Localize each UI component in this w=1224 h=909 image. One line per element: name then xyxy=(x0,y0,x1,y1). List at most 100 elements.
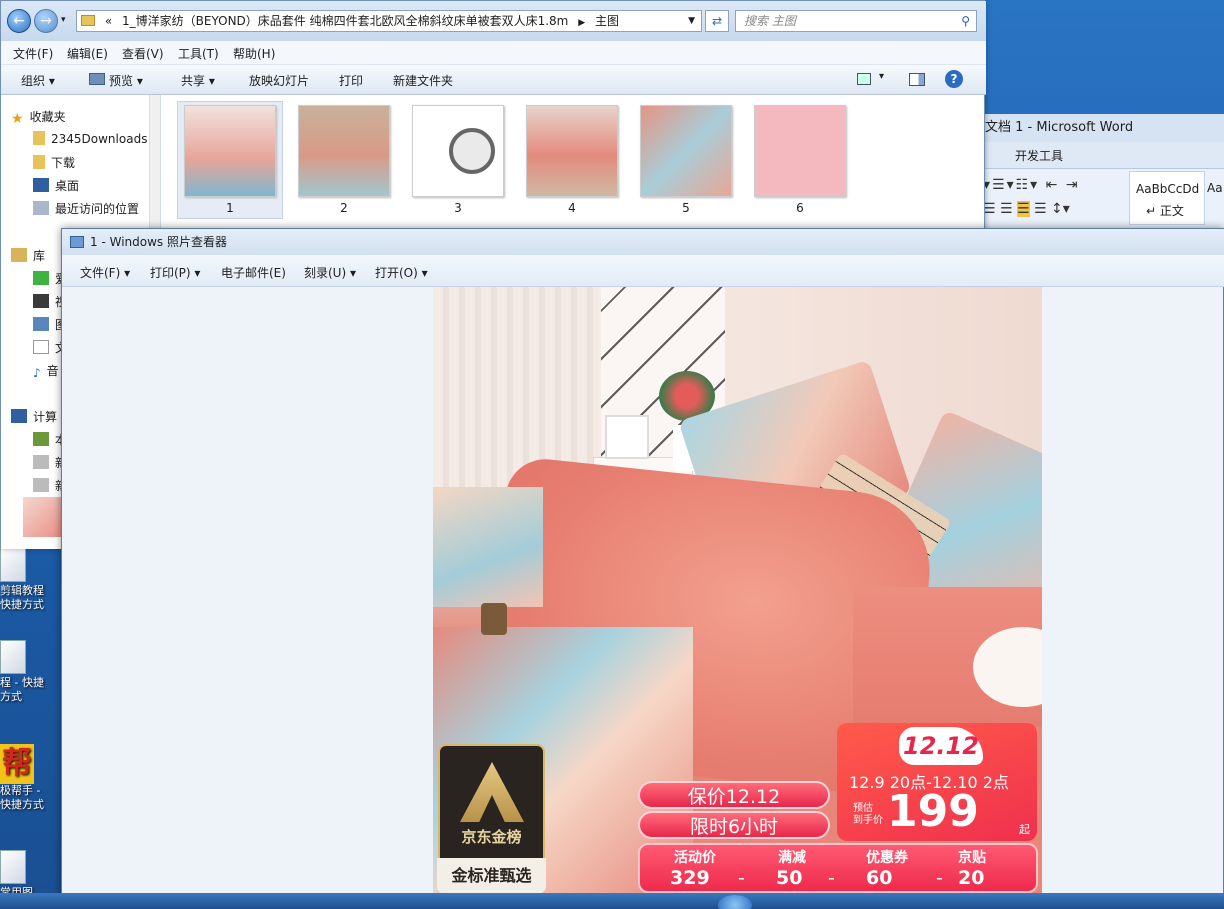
candle-jar xyxy=(481,603,507,635)
command-bar: 组织 ▾ 预览 ▾ 共享 ▾ 放映幻灯片 打印 新建文件夹 ▾ ? xyxy=(1,65,986,95)
menu-edit[interactable]: 编辑(E) xyxy=(67,45,108,62)
refresh-icon[interactable]: ⇄ xyxy=(705,10,729,32)
word-window[interactable]: 文档 1 - Microsoft Word 开发工具 ▾☰▾☷▾ ⇤ ⇥ ☰ ☰… xyxy=(978,114,1224,234)
preview-icon xyxy=(89,73,105,85)
search-icon[interactable]: ⚲ xyxy=(961,11,970,31)
thumbnail-6[interactable] xyxy=(754,105,846,197)
drive-icon xyxy=(33,455,49,469)
sidebar-label: 最近访问的位置 xyxy=(55,202,140,216)
share-button[interactable]: 共享 ▾ xyxy=(181,72,215,89)
taskbar[interactable] xyxy=(0,893,1224,909)
viewer-menu-print[interactable]: 打印(P) ▾ xyxy=(150,264,200,281)
folder-icon xyxy=(33,131,45,145)
back-icon[interactable]: ← xyxy=(7,9,31,33)
desktop-icon-helper[interactable]: 帮 极帮手 - 快捷方式 xyxy=(0,744,62,812)
path-overflow[interactable]: « xyxy=(105,14,112,28)
style-normal[interactable]: AaBbCcDd ↵ 正文 xyxy=(1129,171,1205,225)
helper-logo-icon: 帮 xyxy=(0,744,34,784)
shortcut-icon xyxy=(0,850,26,884)
word-tab-developer[interactable]: 开发工具 xyxy=(1015,147,1063,164)
viewer-menu-file[interactable]: 文件(F) ▾ xyxy=(80,264,130,281)
viewer-title-text: 1 - Windows 照片查看器 xyxy=(90,235,227,249)
breakdown-value: 60 xyxy=(866,867,893,889)
breakdown-value: 20 xyxy=(958,867,985,889)
sidebar-item-downloads[interactable]: 下载 xyxy=(33,154,75,171)
badge-subtitle: 金标准甄选 xyxy=(437,858,546,894)
desktop-icon-shortcut-2[interactable]: 程 - 快捷 方式 xyxy=(0,640,62,704)
desktop-icon-label: 极帮手 - 快捷方式 xyxy=(0,784,44,811)
style-label: ↵ 正文 xyxy=(1146,204,1184,218)
word-ribbon: ▾☰▾☷▾ ⇤ ⇥ ☰ ☰ ☰ ☰ ↕▾ AaBbCcDd ↵ 正文 Aa xyxy=(979,168,1224,234)
view-options-icon[interactable] xyxy=(857,73,871,85)
jd-gold-badge: 京东金榜 金标准甄选 xyxy=(437,744,546,894)
sidebar-libraries[interactable]: 库 xyxy=(11,247,45,264)
organize-button[interactable]: 组织 ▾ xyxy=(21,72,55,89)
breakdown-value: 50 xyxy=(776,867,803,889)
library-icon xyxy=(11,248,27,262)
video-icon xyxy=(33,294,49,308)
shortcut-icon xyxy=(0,548,26,582)
chevron-down-icon[interactable]: ▼ xyxy=(688,11,695,31)
help-icon[interactable]: ? xyxy=(945,70,963,88)
sidebar-label: 音 xyxy=(46,364,59,378)
forward-icon[interactable]: → xyxy=(34,9,58,33)
sidebar-favorites[interactable]: ★ 收藏夹 xyxy=(11,108,66,127)
new-folder-button[interactable]: 新建文件夹 xyxy=(393,72,453,89)
sidebar-item-desktop[interactable]: 桌面 xyxy=(33,177,79,194)
style-preview: AaBbCcDd xyxy=(1136,182,1200,196)
price-breakdown: 活动价 满减 优惠券 京贴 329 - 50 - 60 - 20 xyxy=(638,843,1038,893)
sidebar-label: 库 xyxy=(33,249,46,263)
thumbnail-3[interactable] xyxy=(412,105,504,197)
sidebar-computer[interactable]: 计算 xyxy=(11,408,57,425)
menu-file[interactable]: 文件(F) xyxy=(13,45,53,62)
desktop-icon xyxy=(33,178,49,192)
breadcrumb-folder[interactable]: 1_博洋家纺（BEYOND）床品套件 纯棉四件套北欧风全棉斜纹床单被套双人床1.… xyxy=(122,14,568,28)
sidebar-label: 计算 xyxy=(33,410,58,424)
word-title: 文档 1 - Microsoft Word xyxy=(979,114,1224,142)
breakdown-label: 活动价 xyxy=(674,850,716,866)
sidebar-label: 桌面 xyxy=(55,179,80,193)
menu-view[interactable]: 查看(V) xyxy=(122,45,164,62)
print-button[interactable]: 打印 xyxy=(339,72,363,89)
thumbnail-5[interactable] xyxy=(640,105,732,197)
menu-tools[interactable]: 工具(T) xyxy=(178,45,219,62)
price-card: 12.12 12.9 20点-12.10 2点 预估 到手价 199 起 xyxy=(837,723,1037,841)
path-input[interactable]: « 1_博洋家纺（BEYOND）床品套件 纯棉四件套北欧风全棉斜纹床单被套双人床… xyxy=(76,10,702,32)
preview-pane-icon[interactable] xyxy=(909,73,925,86)
chevron-right-icon[interactable]: ▶ xyxy=(578,18,585,28)
slideshow-button[interactable]: 放映幻灯片 xyxy=(249,72,309,89)
history-dropdown-icon[interactable]: ▾ xyxy=(61,15,66,25)
preview-button[interactable]: 预览 ▾ xyxy=(109,72,143,89)
viewer-menu-email[interactable]: 电子邮件(E) xyxy=(221,264,286,281)
thumbnail-2[interactable] xyxy=(298,105,390,197)
menu-help[interactable]: 帮助(H) xyxy=(233,45,275,62)
sidebar-item-music[interactable]: ♪ 音 xyxy=(33,362,59,380)
list-buttons-icon[interactable]: ▾☰▾☷▾ ⇤ ⇥ xyxy=(983,177,1123,199)
align-buttons-icon[interactable]: ☰ ☰ ☰ ☰ ↕▾ xyxy=(983,201,1123,223)
details-thumbnail xyxy=(23,497,63,537)
bedding-corner xyxy=(433,487,543,607)
thumbnail-label: 2 xyxy=(340,201,348,215)
viewer-menu-bar: 文件(F) ▾ 打印(P) ▾ 电子邮件(E) 刻录(U) ▾ 打开(O) ▾ xyxy=(62,255,1224,287)
viewer-menu-burn[interactable]: 刻录(U) ▾ xyxy=(304,264,356,281)
thumbnail-1[interactable] xyxy=(184,105,276,197)
chevron-down-icon[interactable]: ▾ xyxy=(879,71,884,82)
viewer-menu-open[interactable]: 打开(O) ▾ xyxy=(375,264,428,281)
drive-icon xyxy=(33,478,49,492)
search-input[interactable]: 搜索 主图 ⚲ xyxy=(735,10,977,32)
breakdown-separator: - xyxy=(828,867,835,889)
start-orb-icon[interactable] xyxy=(718,895,752,909)
breadcrumb-current[interactable]: 主图 xyxy=(595,14,619,28)
desktop-icon-editing-tutorial[interactable]: 剪辑教程 快捷方式 xyxy=(0,548,62,612)
photo-viewer-window[interactable]: 1 - Windows 照片查看器 文件(F) ▾ 打印(P) ▾ 电子邮件(E… xyxy=(61,228,1224,909)
thumbnail-4[interactable] xyxy=(526,105,618,197)
thumbnail-label: 4 xyxy=(568,201,576,215)
sidebar-item-recent[interactable]: 最近访问的位置 xyxy=(33,200,139,217)
style-next[interactable]: Aa xyxy=(1207,181,1223,195)
sidebar-item-downloads2345[interactable]: 2345Downloads xyxy=(33,131,147,146)
recent-places-icon xyxy=(33,201,49,215)
desktop-icon-label: 程 - 快捷 方式 xyxy=(0,676,44,703)
address-bar: ← → ▾ « 1_博洋家纺（BEYOND）床品套件 纯棉四件套北欧风全棉斜纹床… xyxy=(1,1,986,41)
jd-rank-logo-icon xyxy=(460,762,524,822)
sidebar-label: 下载 xyxy=(51,156,76,170)
